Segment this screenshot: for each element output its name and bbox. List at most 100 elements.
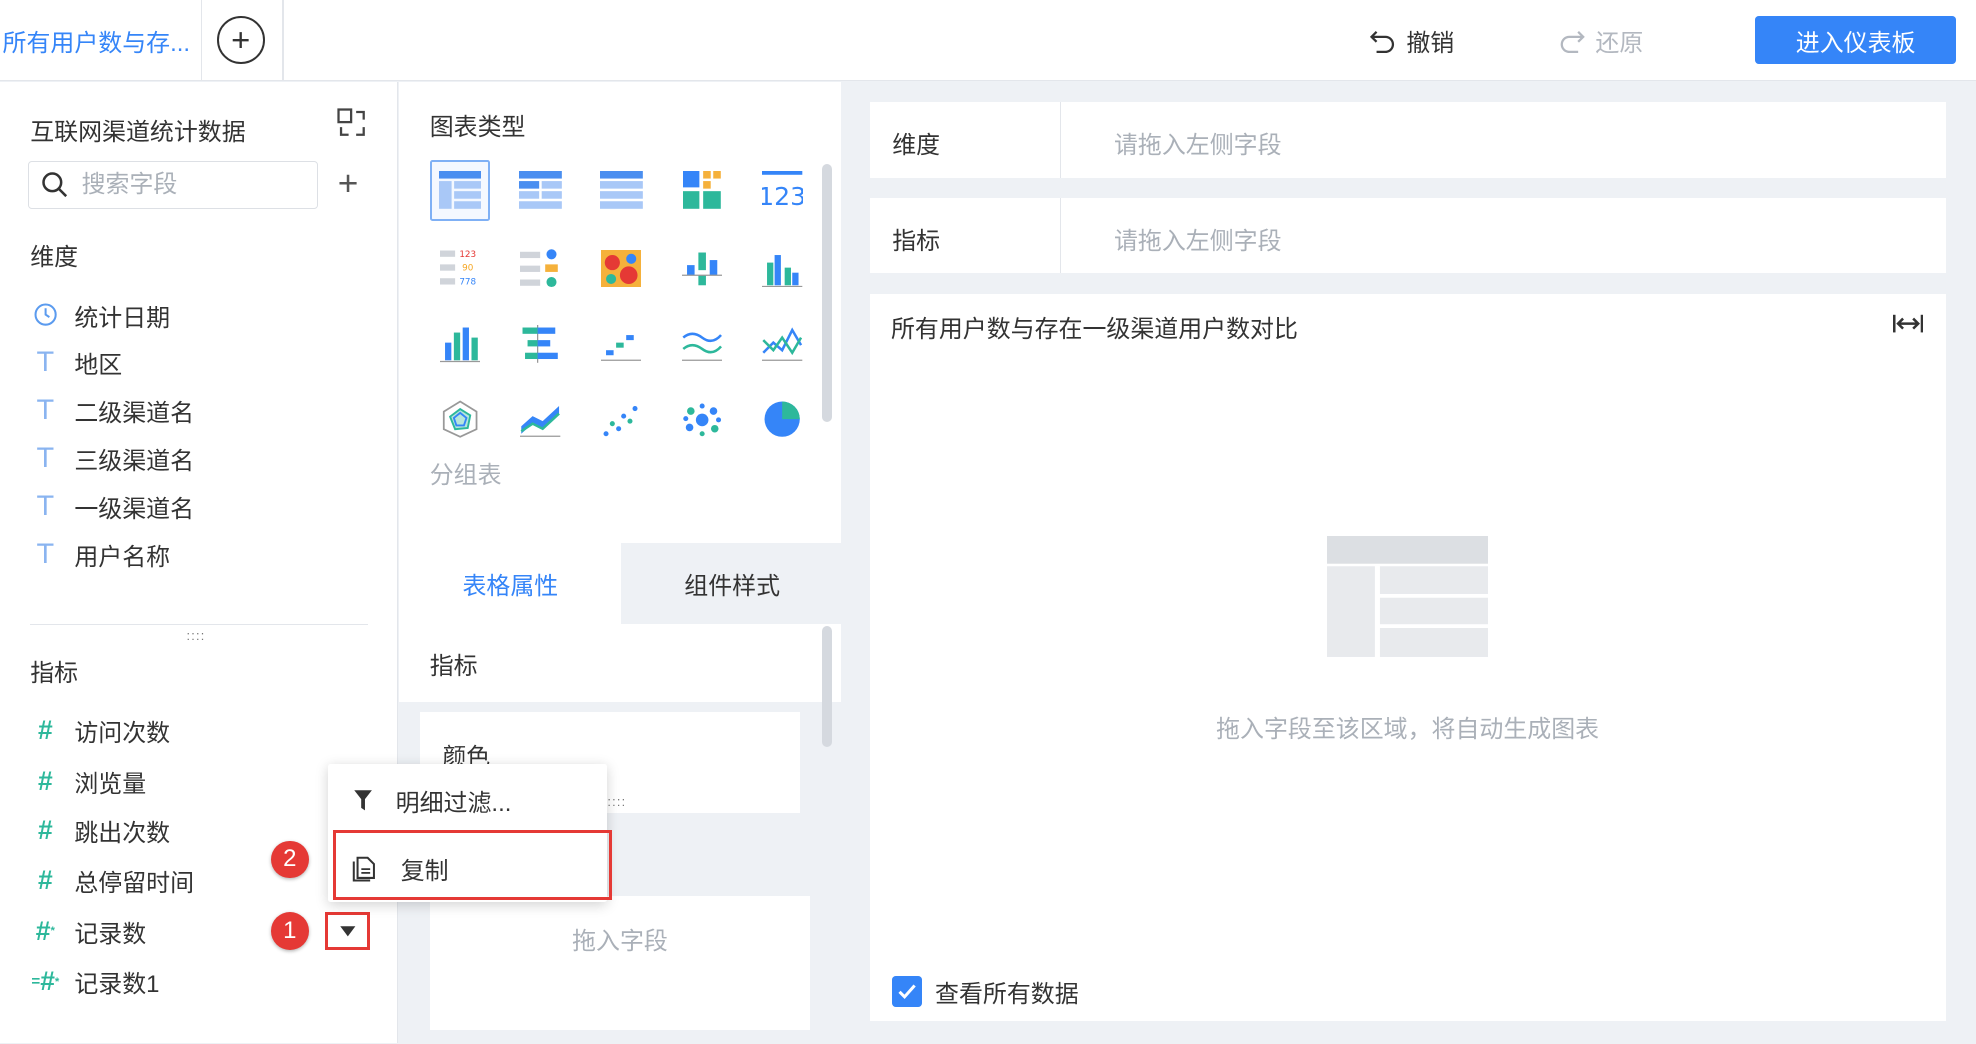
- dimension-shelf-label: 维度: [892, 131, 941, 159]
- component-title[interactable]: 所有用户数与存在一级渠道用户数对比: [891, 309, 1298, 344]
- tab-divider: [282, 0, 284, 81]
- area-chart-icon[interactable]: [510, 389, 570, 449]
- cross-table-chart-icon[interactable]: [510, 160, 570, 220]
- svg-text:123: 123: [459, 250, 476, 260]
- add-field-icon[interactable]: +: [338, 166, 359, 201]
- add-tab-icon[interactable]: +: [216, 16, 265, 65]
- dimension-item[interactable]: T 一级渠道名: [30, 490, 194, 523]
- field-label: 三级渠道名: [74, 448, 195, 476]
- dimension-item[interactable]: 统计日期: [30, 299, 170, 332]
- grouped-bar-chart-icon[interactable]: [752, 238, 812, 298]
- bubble-chart-icon[interactable]: [672, 389, 732, 449]
- top-bar: 所有用户数与存... + 撤销 还原 进入仪表板: [0, 0, 1976, 81]
- horizontal-bar-chart-icon[interactable]: [510, 314, 570, 374]
- kpi-number-chart-icon[interactable]: 123: [752, 160, 812, 220]
- metric-item[interactable]: # 跳出次数: [30, 814, 170, 847]
- dimension-item[interactable]: T 地区: [30, 347, 123, 380]
- field-label: 二级渠道名: [74, 400, 195, 428]
- tab-component[interactable]: 所有用户数与存...: [0, 0, 202, 81]
- dimension-shelf-placeholder: 请拖入左侧字段: [1114, 131, 1282, 159]
- dimension-section-label: 维度: [30, 243, 79, 271]
- metric-item[interactable]: # * 记录数: [30, 915, 146, 948]
- svg-text:90: 90: [462, 264, 474, 274]
- checkmark-icon: [892, 976, 923, 1007]
- indicator-card-chart-icon[interactable]: 123 90 778: [430, 238, 490, 298]
- dimension-item[interactable]: T 三级渠道名: [30, 442, 194, 475]
- search-box: [27, 161, 318, 210]
- pie-chart-icon[interactable]: [752, 389, 812, 449]
- line-chart-icon[interactable]: [752, 314, 812, 374]
- number-type-icon: #: [37, 865, 53, 896]
- property-scrollbar[interactable]: [821, 626, 832, 748]
- dimension-shelf[interactable]: 维度 请拖入左侧字段: [869, 102, 1946, 178]
- bar-chart-icon[interactable]: [430, 314, 490, 374]
- heatmap-chart-icon[interactable]: [591, 238, 651, 298]
- tab-table-properties[interactable]: 表格属性: [399, 543, 622, 624]
- enter-dashboard-button[interactable]: 进入仪表板: [1755, 16, 1956, 65]
- status-list-chart-icon[interactable]: [510, 238, 570, 298]
- svg-text:778: 778: [459, 278, 476, 288]
- section-divider: [30, 623, 368, 626]
- dimension-item[interactable]: T 二级渠道名: [30, 394, 194, 427]
- shelf-divider: [1059, 197, 1062, 274]
- chart-type-title: 图表类型: [429, 114, 526, 142]
- redo-button[interactable]: 还原: [1558, 23, 1644, 58]
- field-label: 统计日期: [74, 304, 171, 332]
- chart-canvas[interactable]: 所有用户数与存在一级渠道用户数对比 拖入字段至该区域，将自动生成图表 查看所有数…: [869, 293, 1946, 1021]
- field-dropdown-button[interactable]: [325, 912, 371, 951]
- step-badge-2: 2: [270, 840, 309, 879]
- detail-table-chart-icon[interactable]: [591, 160, 651, 220]
- dimension-item[interactable]: T 用户名称: [30, 538, 170, 571]
- grouped-table-chart-icon[interactable]: [429, 160, 491, 221]
- property-tabs: 表格属性 组件样式: [399, 543, 843, 624]
- drag-field-zone[interactable]: 拖入字段: [429, 895, 811, 1030]
- switch-dataset-icon[interactable]: [336, 107, 369, 146]
- text-type-icon: T: [37, 347, 54, 379]
- metric-item[interactable]: = # * 记录数1: [30, 965, 159, 998]
- search-input[interactable]: [81, 171, 296, 200]
- tab-component-style[interactable]: 组件样式: [621, 543, 843, 624]
- number-type-icon: #: [37, 814, 53, 845]
- matrix-chart-icon[interactable]: [672, 160, 732, 220]
- undo-label: 撤销: [1406, 29, 1455, 57]
- search-icon: [42, 172, 68, 198]
- metric-section-label: 指标: [30, 659, 79, 687]
- step-chart-icon[interactable]: [591, 314, 651, 374]
- text-type-icon: T: [37, 395, 54, 427]
- field-label: 地区: [74, 352, 123, 380]
- text-type-icon: T: [37, 491, 54, 523]
- field-label: 浏览量: [74, 770, 147, 798]
- metric-shelf-placeholder: 请拖入左侧字段: [1114, 227, 1282, 255]
- copied-record-count-icon: = # *: [31, 966, 60, 997]
- record-count-icon: # *: [35, 915, 55, 946]
- text-type-icon: T: [37, 443, 54, 475]
- dataset-title: 互联网渠道统计数据: [30, 119, 246, 147]
- number-type-icon: #: [37, 715, 53, 746]
- field-label: 访问次数: [74, 720, 171, 748]
- empty-chart-hint: 拖入字段至该区域，将自动生成图表: [1216, 716, 1600, 744]
- menu-item-detail-filter[interactable]: 明细过滤...: [328, 769, 608, 832]
- caret-down-icon: [340, 926, 356, 937]
- expand-width-icon[interactable]: [1892, 311, 1924, 342]
- metric-item[interactable]: # 访问次数: [30, 715, 171, 748]
- multi-line-chart-icon[interactable]: [672, 314, 732, 374]
- scatter-chart-icon[interactable]: [591, 389, 651, 449]
- undo-button[interactable]: 撤销: [1369, 23, 1455, 58]
- metric-item[interactable]: # 浏览量: [30, 765, 146, 798]
- number-type-icon: #: [37, 765, 53, 796]
- radar-chart-icon[interactable]: [430, 389, 490, 449]
- empty-table-icon: [1326, 535, 1489, 663]
- copy-highlight-frame: [332, 830, 613, 900]
- redo-label: 还原: [1595, 29, 1644, 57]
- resize-grip-icon[interactable]: ::::: [187, 629, 206, 643]
- field-label: 跳出次数: [74, 819, 171, 847]
- waterfall-chart-icon[interactable]: [672, 238, 732, 298]
- resize-grip-icon[interactable]: ::::: [607, 795, 626, 809]
- undo-icon: [1369, 30, 1394, 53]
- view-all-data-checkbox[interactable]: 查看所有数据: [892, 974, 1079, 1009]
- selected-chart-label: 分组表: [429, 461, 502, 489]
- metric-shelf[interactable]: 指标 请拖入左侧字段: [869, 197, 1946, 274]
- metric-item[interactable]: # 总停留时间: [30, 864, 194, 897]
- field-label: 一级渠道名: [74, 496, 195, 524]
- chart-type-scrollbar[interactable]: [821, 163, 832, 423]
